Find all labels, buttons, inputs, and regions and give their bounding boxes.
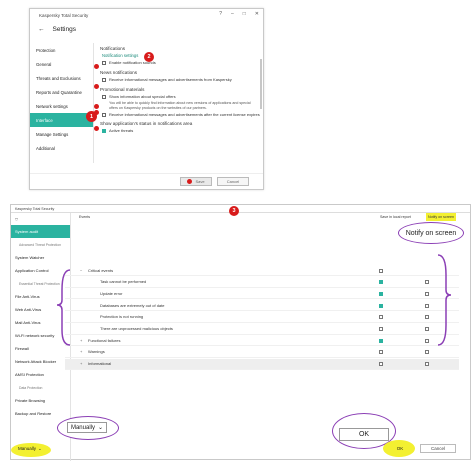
manually-label: Manually [18,446,37,451]
ok-zoom-button[interactable]: OK [339,428,389,441]
manually-zoom-label: Manually [70,424,95,431]
ok-label: OK [396,446,404,451]
chevron-down-icon: ⌄ [97,425,104,431]
ok-button[interactable]: OK [392,445,408,452]
manually-dropdown[interactable]: Manually ⌄ [18,446,42,452]
manually-zoom-dropdown[interactable]: Manually ⌄ [67,422,107,433]
ok-zoom-label: OK [358,431,370,438]
chevron-down-icon: ⌄ [38,446,42,451]
annotation-braces [56,254,452,346]
cancel-label: Cancel [430,446,445,451]
cancel-button[interactable]: Cancel [420,444,456,453]
